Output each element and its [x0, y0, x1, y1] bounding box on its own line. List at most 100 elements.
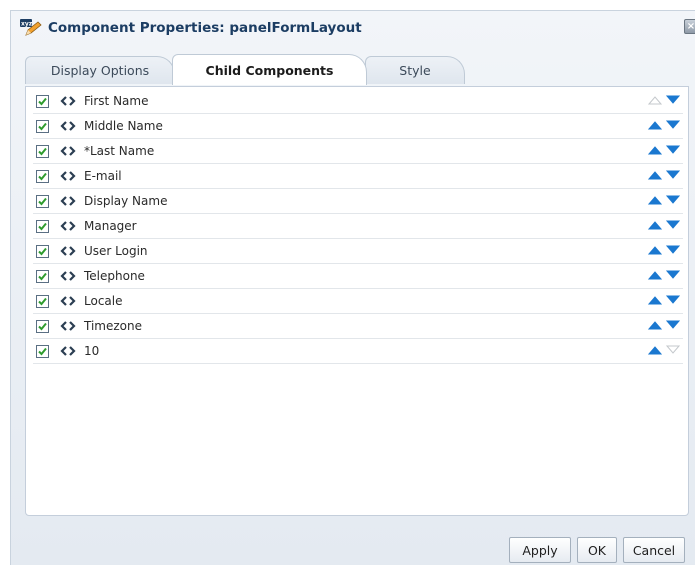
list-item: User Login [33, 239, 683, 264]
checkmark-icon [38, 347, 47, 355]
move-down-icon[interactable] [666, 95, 680, 105]
reorder-controls [648, 345, 680, 355]
reorder-controls [648, 295, 680, 305]
list-item-label: *Last Name [84, 144, 155, 158]
visibility-checkbox[interactable] [36, 244, 49, 258]
list-item-label: Middle Name [84, 119, 163, 133]
tab-style[interactable]: Style [365, 56, 465, 84]
checkmark-icon [38, 97, 47, 105]
move-up-icon[interactable] [648, 220, 662, 230]
list-item: Display Name [33, 189, 683, 214]
code-tag-icon [60, 171, 76, 181]
checkmark-icon [38, 272, 47, 280]
code-tag-icon [60, 321, 76, 331]
move-down-icon[interactable] [666, 220, 680, 230]
visibility-checkbox[interactable] [36, 194, 49, 208]
list-item-label: Display Name [84, 194, 168, 208]
code-tag-icon [60, 121, 76, 131]
list-item: Manager [33, 214, 683, 239]
visibility-checkbox[interactable] [36, 94, 49, 108]
list-item: 10 [33, 339, 683, 364]
visibility-checkbox[interactable] [36, 169, 49, 183]
move-up-icon[interactable] [648, 245, 662, 255]
reorder-controls [648, 195, 680, 205]
move-up-icon[interactable] [648, 295, 662, 305]
list-item: Locale [33, 289, 683, 314]
xyz-pencil-icon: xyz [20, 19, 42, 37]
move-up-icon[interactable] [648, 170, 662, 180]
move-up-icon[interactable] [648, 120, 662, 130]
list-item: *Last Name [33, 139, 683, 164]
checkmark-icon [38, 197, 47, 205]
code-tag-icon [60, 196, 76, 206]
visibility-checkbox[interactable] [36, 344, 49, 358]
list-item-label: Telephone [84, 269, 145, 283]
visibility-checkbox[interactable] [36, 319, 49, 333]
cancel-button[interactable]: Cancel [623, 537, 685, 563]
reorder-controls [648, 320, 680, 330]
move-down-icon[interactable] [666, 320, 680, 330]
ok-button[interactable]: OK [577, 537, 617, 563]
list-item-label: Manager [84, 219, 137, 233]
move-up-icon[interactable] [648, 345, 662, 355]
code-tag-icon [60, 221, 76, 231]
list-item-label: Timezone [84, 319, 142, 333]
code-tag-icon [60, 271, 76, 281]
checkmark-icon [38, 222, 47, 230]
move-up-icon[interactable] [648, 320, 662, 330]
checkmark-icon [38, 172, 47, 180]
visibility-checkbox[interactable] [36, 119, 49, 133]
visibility-checkbox[interactable] [36, 219, 49, 233]
checkmark-icon [38, 297, 47, 305]
list-item: First Name [33, 89, 683, 114]
dialog-titlebar: xyz Component Properties: panelFormLayou… [11, 11, 695, 45]
code-tag-icon [60, 296, 76, 306]
component-properties-dialog: xyz Component Properties: panelFormLayou… [10, 10, 695, 565]
move-down-icon[interactable] [666, 245, 680, 255]
checkmark-icon [38, 247, 47, 255]
dialog-button-bar: Apply OK Cancel [11, 526, 695, 566]
move-up-icon[interactable] [648, 270, 662, 280]
move-down-icon[interactable] [666, 195, 680, 205]
list-item-label: First Name [84, 94, 149, 108]
close-button[interactable]: × [684, 19, 695, 34]
list-item-label: Locale [84, 294, 123, 308]
code-tag-icon [60, 146, 76, 156]
move-up-icon[interactable] [648, 195, 662, 205]
dialog-title: Component Properties: panelFormLayout [48, 20, 362, 36]
reorder-controls [648, 120, 680, 130]
apply-button[interactable]: Apply [509, 537, 571, 563]
checkmark-icon [38, 147, 47, 155]
reorder-controls [648, 95, 680, 105]
move-down-icon[interactable] [666, 120, 680, 130]
visibility-checkbox[interactable] [36, 294, 49, 308]
code-tag-icon [60, 246, 76, 256]
list-item: Timezone [33, 314, 683, 339]
visibility-checkbox[interactable] [36, 144, 49, 158]
move-down-icon[interactable] [666, 270, 680, 280]
reorder-controls [648, 170, 680, 180]
child-components-list: First Name Middle Name *Last Name E-mail Dis… [33, 89, 683, 364]
tab-child-components[interactable]: Child Components [172, 54, 367, 85]
tab-display-options[interactable]: Display Options [25, 56, 175, 84]
list-item-label: User Login [84, 244, 148, 258]
svg-text:xyz: xyz [21, 21, 33, 28]
visibility-checkbox[interactable] [36, 269, 49, 283]
child-components-panel: First Name Middle Name *Last Name E-mail Dis… [25, 86, 689, 516]
move-up-icon[interactable] [648, 145, 662, 155]
move-down-icon[interactable] [666, 295, 680, 305]
move-down-icon[interactable] [666, 170, 680, 180]
list-item: Middle Name [33, 114, 683, 139]
move-down-icon[interactable] [666, 145, 680, 155]
list-item-label: 10 [84, 344, 100, 358]
checkmark-icon [38, 322, 47, 330]
tab-bar: Display Options Style Child Components [25, 54, 665, 86]
list-item-label: E-mail [84, 169, 122, 183]
reorder-controls [648, 245, 680, 255]
reorder-controls [648, 145, 680, 155]
code-tag-icon [60, 346, 76, 356]
reorder-controls [648, 220, 680, 230]
move-down-icon [666, 345, 680, 354]
code-tag-icon [60, 96, 76, 106]
list-item: E-mail [33, 164, 683, 189]
